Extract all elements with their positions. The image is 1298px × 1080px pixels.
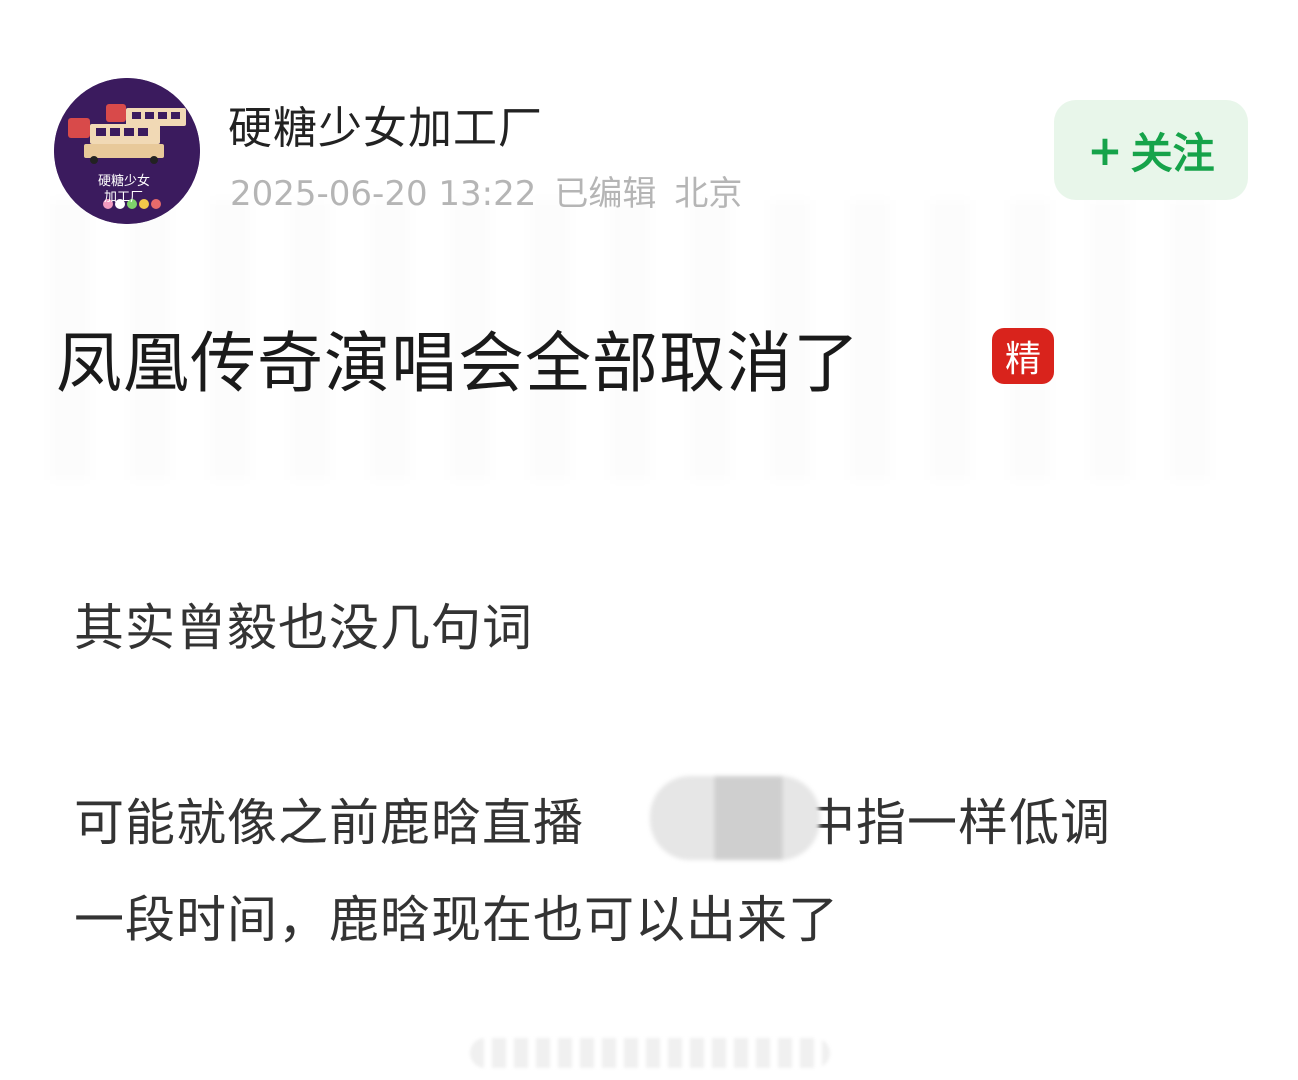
avatar[interactable]: 硬糖少女 加工厂 bbox=[54, 78, 200, 224]
post-paragraph-2-line-2: 一段时间，鹿晗现在也可以出来了 bbox=[74, 891, 839, 949]
post-paragraph-2-segment-a: 可能就像之前鹿晗直播 bbox=[74, 794, 584, 852]
post-paragraph-2-line-1: 可能就像之前鹿晗直播 竖中指一样低调 bbox=[74, 783, 1111, 855]
essence-badge: 精 bbox=[992, 328, 1054, 384]
post-datetime: 2025-06-20 13:22 bbox=[230, 174, 537, 214]
post-meta: 2025-06-20 13:22 已编辑 北京 bbox=[230, 166, 760, 215]
post-title: 凤凰传奇演唱会全部取消了 bbox=[56, 325, 860, 402]
edited-label: 已编辑 bbox=[554, 174, 657, 214]
post-location: 北京 bbox=[674, 174, 743, 214]
bottom-blur-strip bbox=[470, 1038, 830, 1068]
post-page: 硬糖少女 加工厂 硬糖少女加工厂 2025-06-20 13:22 已编辑 北京 +… bbox=[0, 0, 1298, 1080]
redaction-blur bbox=[650, 776, 820, 860]
avatar-text-line2: 加工厂 bbox=[104, 190, 144, 205]
follow-label: 关注 bbox=[1130, 128, 1215, 178]
follow-button[interactable]: + 关注 bbox=[1054, 100, 1248, 200]
post-paragraph-1: 其实曾毅也没几句词 bbox=[74, 599, 533, 657]
plus-icon: + bbox=[1087, 125, 1123, 175]
author-name[interactable]: 硬糖少女加工厂 bbox=[228, 92, 543, 156]
